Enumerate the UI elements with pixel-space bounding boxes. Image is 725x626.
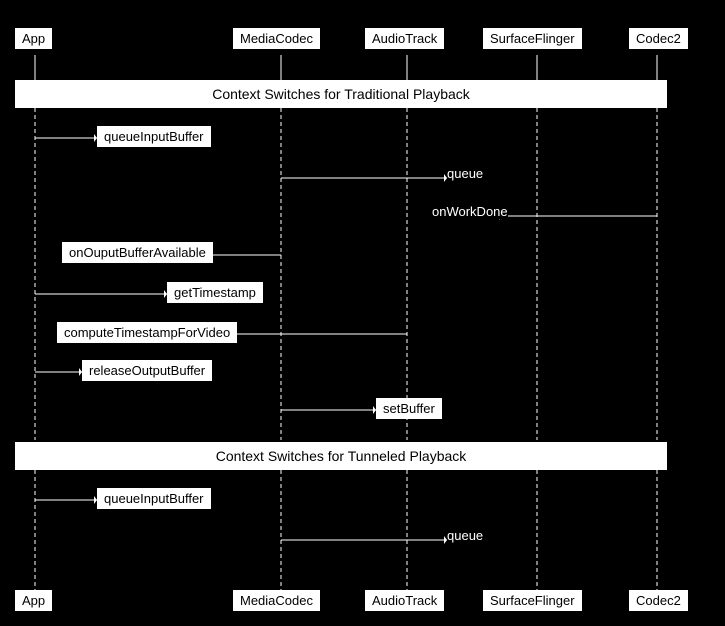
label-queueinputbuffer-1: queueInputBuffer xyxy=(97,126,211,147)
header-mediacodec: MediaCodec xyxy=(233,28,320,49)
footer-app: App xyxy=(15,590,52,611)
header-audiotrack: AudioTrack xyxy=(365,28,444,49)
footer-audiotrack: AudioTrack xyxy=(365,590,444,611)
label-queue-2: queue xyxy=(447,528,483,543)
diagram: App MediaCodec AudioTrack SurfaceFlinger… xyxy=(0,0,725,626)
label-queue-1: queue xyxy=(447,166,483,181)
label-gettimestamp: getTimestamp xyxy=(167,282,263,303)
label-setbuffer: setBuffer xyxy=(376,398,442,419)
label-computetimestampforvideo: computeTimestampForVideo xyxy=(57,322,237,343)
footer-mediacodec: MediaCodec xyxy=(233,590,320,611)
label-onworkdone: onWorkDone xyxy=(432,204,508,219)
header-app: App xyxy=(15,28,52,49)
footer-codec2: Codec2 xyxy=(629,590,688,611)
section1-bar: Context Switches for Traditional Playbac… xyxy=(15,80,667,108)
label-onouputbufferavailable: onOuputBufferAvailable xyxy=(62,242,213,263)
label-releaseoutputbuffer: releaseOutputBuffer xyxy=(82,360,212,381)
section2-bar: Context Switches for Tunneled Playback xyxy=(15,442,667,470)
header-surfaceflinger: SurfaceFlinger xyxy=(483,28,582,49)
footer-surfaceflinger: SurfaceFlinger xyxy=(483,590,582,611)
label-queueinputbuffer-2: queueInputBuffer xyxy=(97,488,211,509)
header-codec2: Codec2 xyxy=(629,28,688,49)
